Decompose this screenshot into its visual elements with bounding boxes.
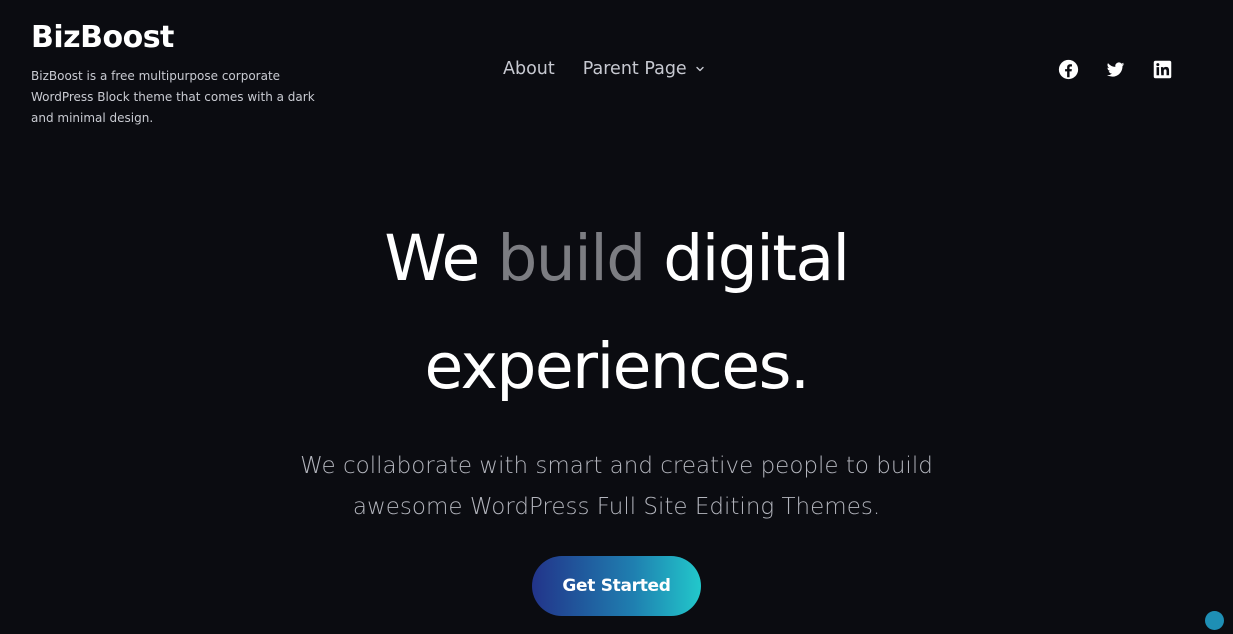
hero-heading-highlight: build: [497, 222, 646, 295]
main-navigation: About Parent Page: [503, 57, 705, 81]
twitter-icon[interactable]: [1105, 59, 1126, 80]
linkedin-icon[interactable]: [1152, 59, 1173, 80]
scroll-indicator-dot[interactable]: [1205, 611, 1224, 630]
nav-item-about[interactable]: About: [503, 57, 555, 81]
nav-item-label: Parent Page: [582, 59, 687, 79]
hero-subtitle: We collaborate with smart and creative p…: [300, 453, 933, 520]
hero-heading: We build digital experiences.: [267, 205, 967, 421]
facebook-icon[interactable]: [1058, 59, 1079, 80]
page: BizBoost BizBoost is a free multipurpose…: [0, 0, 1233, 634]
social-links: [1058, 59, 1173, 80]
nav-item-parent-page[interactable]: Parent Page: [583, 57, 705, 81]
chevron-down-icon: [696, 66, 704, 72]
hero-heading-part1: We: [384, 222, 498, 295]
site-title[interactable]: BizBoost: [31, 20, 331, 56]
nav-item-label: About: [503, 59, 555, 79]
site-branding: BizBoost BizBoost is a free multipurpose…: [31, 20, 331, 129]
site-tagline: BizBoost is a free multipurpose corporat…: [31, 69, 315, 125]
hero-section: We build digital experiences. We collabo…: [0, 205, 1233, 616]
get-started-button[interactable]: Get Started: [532, 556, 701, 616]
